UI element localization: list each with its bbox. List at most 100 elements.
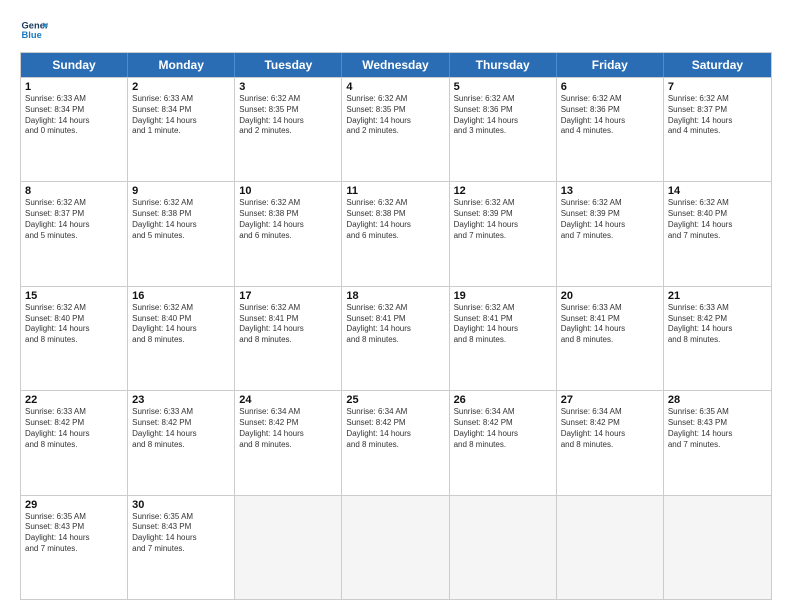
calendar-row: 1Sunrise: 6:33 AMSunset: 8:34 PMDaylight…: [21, 77, 771, 181]
cell-line: Sunrise: 6:32 AM: [239, 303, 337, 314]
cal-cell: 29Sunrise: 6:35 AMSunset: 8:43 PMDayligh…: [21, 496, 128, 599]
cell-line: Daylight: 14 hours: [25, 116, 123, 127]
cell-line: Daylight: 14 hours: [346, 429, 444, 440]
cell-line: and 7 minutes.: [668, 231, 767, 242]
cell-line: Sunrise: 6:32 AM: [132, 303, 230, 314]
cell-line: Sunset: 8:37 PM: [25, 209, 123, 220]
cell-line: Sunset: 8:43 PM: [25, 522, 123, 533]
cell-line: Sunset: 8:39 PM: [454, 209, 552, 220]
cell-line: Sunset: 8:42 PM: [239, 418, 337, 429]
cell-line: Daylight: 14 hours: [239, 220, 337, 231]
cell-line: and 7 minutes.: [561, 231, 659, 242]
logo-icon: General Blue: [20, 16, 48, 44]
cal-cell: 20Sunrise: 6:33 AMSunset: 8:41 PMDayligh…: [557, 287, 664, 390]
cell-line: Sunset: 8:42 PM: [454, 418, 552, 429]
cell-line: and 5 minutes.: [132, 231, 230, 242]
cell-line: and 7 minutes.: [25, 544, 123, 555]
cell-line: and 7 minutes.: [454, 231, 552, 242]
day-number: 12: [454, 185, 552, 197]
cell-line: Sunset: 8:38 PM: [132, 209, 230, 220]
cell-line: Sunset: 8:41 PM: [346, 314, 444, 325]
cell-line: Daylight: 14 hours: [346, 220, 444, 231]
cal-cell: 2Sunrise: 6:33 AMSunset: 8:34 PMDaylight…: [128, 78, 235, 181]
cal-cell: 27Sunrise: 6:34 AMSunset: 8:42 PMDayligh…: [557, 391, 664, 494]
cell-line: and 8 minutes.: [454, 440, 552, 451]
header-friday: Friday: [557, 53, 664, 77]
day-number: 30: [132, 499, 230, 511]
cell-line: Sunset: 8:42 PM: [25, 418, 123, 429]
cell-line: Daylight: 14 hours: [239, 324, 337, 335]
cell-line: Sunset: 8:34 PM: [25, 105, 123, 116]
cell-line: Sunrise: 6:32 AM: [561, 198, 659, 209]
cal-cell: [664, 496, 771, 599]
cell-line: Daylight: 14 hours: [454, 220, 552, 231]
cal-cell: 16Sunrise: 6:32 AMSunset: 8:40 PMDayligh…: [128, 287, 235, 390]
cell-line: Daylight: 14 hours: [668, 116, 767, 127]
cell-line: Sunrise: 6:32 AM: [132, 198, 230, 209]
cell-line: Sunrise: 6:35 AM: [25, 512, 123, 523]
cal-cell: 19Sunrise: 6:32 AMSunset: 8:41 PMDayligh…: [450, 287, 557, 390]
cell-line: Sunset: 8:40 PM: [132, 314, 230, 325]
day-number: 21: [668, 290, 767, 302]
cell-line: Sunset: 8:38 PM: [346, 209, 444, 220]
cell-line: and 8 minutes.: [561, 335, 659, 346]
cell-line: Daylight: 14 hours: [132, 220, 230, 231]
day-number: 8: [25, 185, 123, 197]
day-number: 20: [561, 290, 659, 302]
cell-line: Daylight: 14 hours: [25, 324, 123, 335]
day-number: 3: [239, 81, 337, 93]
cell-line: Sunrise: 6:32 AM: [668, 94, 767, 105]
day-number: 17: [239, 290, 337, 302]
cell-line: and 8 minutes.: [132, 440, 230, 451]
cell-line: Sunrise: 6:32 AM: [454, 303, 552, 314]
cell-line: Sunset: 8:35 PM: [239, 105, 337, 116]
cell-line: Daylight: 14 hours: [668, 220, 767, 231]
cell-line: Daylight: 14 hours: [454, 429, 552, 440]
cal-cell: 9Sunrise: 6:32 AMSunset: 8:38 PMDaylight…: [128, 182, 235, 285]
cal-cell: 18Sunrise: 6:32 AMSunset: 8:41 PMDayligh…: [342, 287, 449, 390]
cal-cell: 7Sunrise: 6:32 AMSunset: 8:37 PMDaylight…: [664, 78, 771, 181]
cell-line: Sunset: 8:43 PM: [668, 418, 767, 429]
cell-line: Daylight: 14 hours: [668, 429, 767, 440]
cell-line: Daylight: 14 hours: [25, 533, 123, 544]
cal-cell: [557, 496, 664, 599]
cell-line: and 4 minutes.: [668, 126, 767, 137]
day-number: 29: [25, 499, 123, 511]
day-number: 5: [454, 81, 552, 93]
calendar-row: 29Sunrise: 6:35 AMSunset: 8:43 PMDayligh…: [21, 495, 771, 599]
day-number: 24: [239, 394, 337, 406]
cell-line: Sunset: 8:41 PM: [454, 314, 552, 325]
cell-line: and 8 minutes.: [25, 335, 123, 346]
cal-cell: 17Sunrise: 6:32 AMSunset: 8:41 PMDayligh…: [235, 287, 342, 390]
header-saturday: Saturday: [664, 53, 771, 77]
cell-line: Sunset: 8:43 PM: [132, 522, 230, 533]
cell-line: and 8 minutes.: [454, 335, 552, 346]
day-number: 7: [668, 81, 767, 93]
cell-line: Daylight: 14 hours: [132, 429, 230, 440]
cal-cell: 1Sunrise: 6:33 AMSunset: 8:34 PMDaylight…: [21, 78, 128, 181]
cell-line: Sunrise: 6:33 AM: [25, 94, 123, 105]
cell-line: and 7 minutes.: [668, 440, 767, 451]
cell-line: Sunrise: 6:32 AM: [239, 94, 337, 105]
cell-line: and 2 minutes.: [239, 126, 337, 137]
cell-line: Sunrise: 6:34 AM: [561, 407, 659, 418]
cell-line: and 3 minutes.: [454, 126, 552, 137]
day-number: 11: [346, 185, 444, 197]
cell-line: Sunrise: 6:32 AM: [668, 198, 767, 209]
cell-line: Daylight: 14 hours: [346, 324, 444, 335]
cell-line: Sunrise: 6:32 AM: [25, 198, 123, 209]
cell-line: Sunrise: 6:32 AM: [346, 198, 444, 209]
cell-line: Daylight: 14 hours: [239, 429, 337, 440]
cal-cell: 3Sunrise: 6:32 AMSunset: 8:35 PMDaylight…: [235, 78, 342, 181]
calendar-row: 15Sunrise: 6:32 AMSunset: 8:40 PMDayligh…: [21, 286, 771, 390]
cell-line: Sunset: 8:42 PM: [132, 418, 230, 429]
calendar-header: Sunday Monday Tuesday Wednesday Thursday…: [21, 53, 771, 77]
day-number: 16: [132, 290, 230, 302]
cal-cell: 23Sunrise: 6:33 AMSunset: 8:42 PMDayligh…: [128, 391, 235, 494]
cell-line: Sunset: 8:41 PM: [561, 314, 659, 325]
header-thursday: Thursday: [450, 53, 557, 77]
day-number: 25: [346, 394, 444, 406]
cell-line: Sunset: 8:41 PM: [239, 314, 337, 325]
cal-cell: 15Sunrise: 6:32 AMSunset: 8:40 PMDayligh…: [21, 287, 128, 390]
day-number: 23: [132, 394, 230, 406]
